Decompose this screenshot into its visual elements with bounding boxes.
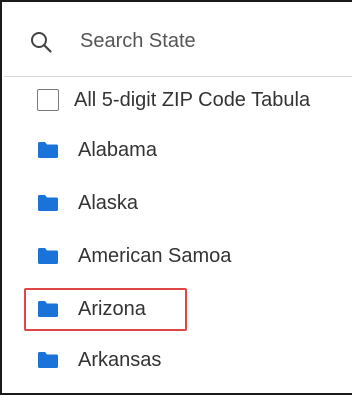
list-item-arizona[interactable]: Arizona (4, 285, 352, 335)
search-icon (31, 32, 52, 53)
folder-icon (38, 248, 58, 264)
list-item-label: Alabama (78, 139, 157, 161)
select-all-checkbox[interactable] (37, 89, 59, 111)
list-item-label: Arizona (78, 298, 146, 320)
search-input[interactable] (80, 26, 340, 56)
folder-icon (38, 195, 58, 211)
list-item-alaska[interactable]: Alaska (4, 179, 352, 229)
list-item-label: All 5-digit ZIP Code Tabula (74, 89, 311, 111)
list-item-label: Arkansas (78, 349, 162, 371)
folder-icon (38, 301, 58, 317)
folder-icon (38, 352, 58, 368)
list-item-american-samoa[interactable]: American Samoa (4, 232, 352, 282)
search-bar (4, 4, 352, 77)
state-selector-panel: All 5-digit ZIP Code Tabula Alabama Alas… (0, 0, 352, 395)
list-item-label: American Samoa (78, 245, 232, 267)
list-item-label: Alaska (78, 192, 139, 214)
list-item-all[interactable]: All 5-digit ZIP Code Tabula (4, 76, 352, 126)
folder-icon (38, 142, 58, 158)
list-item-alabama[interactable]: Alabama (4, 126, 352, 176)
list-item-arkansas[interactable]: Arkansas (4, 336, 352, 386)
